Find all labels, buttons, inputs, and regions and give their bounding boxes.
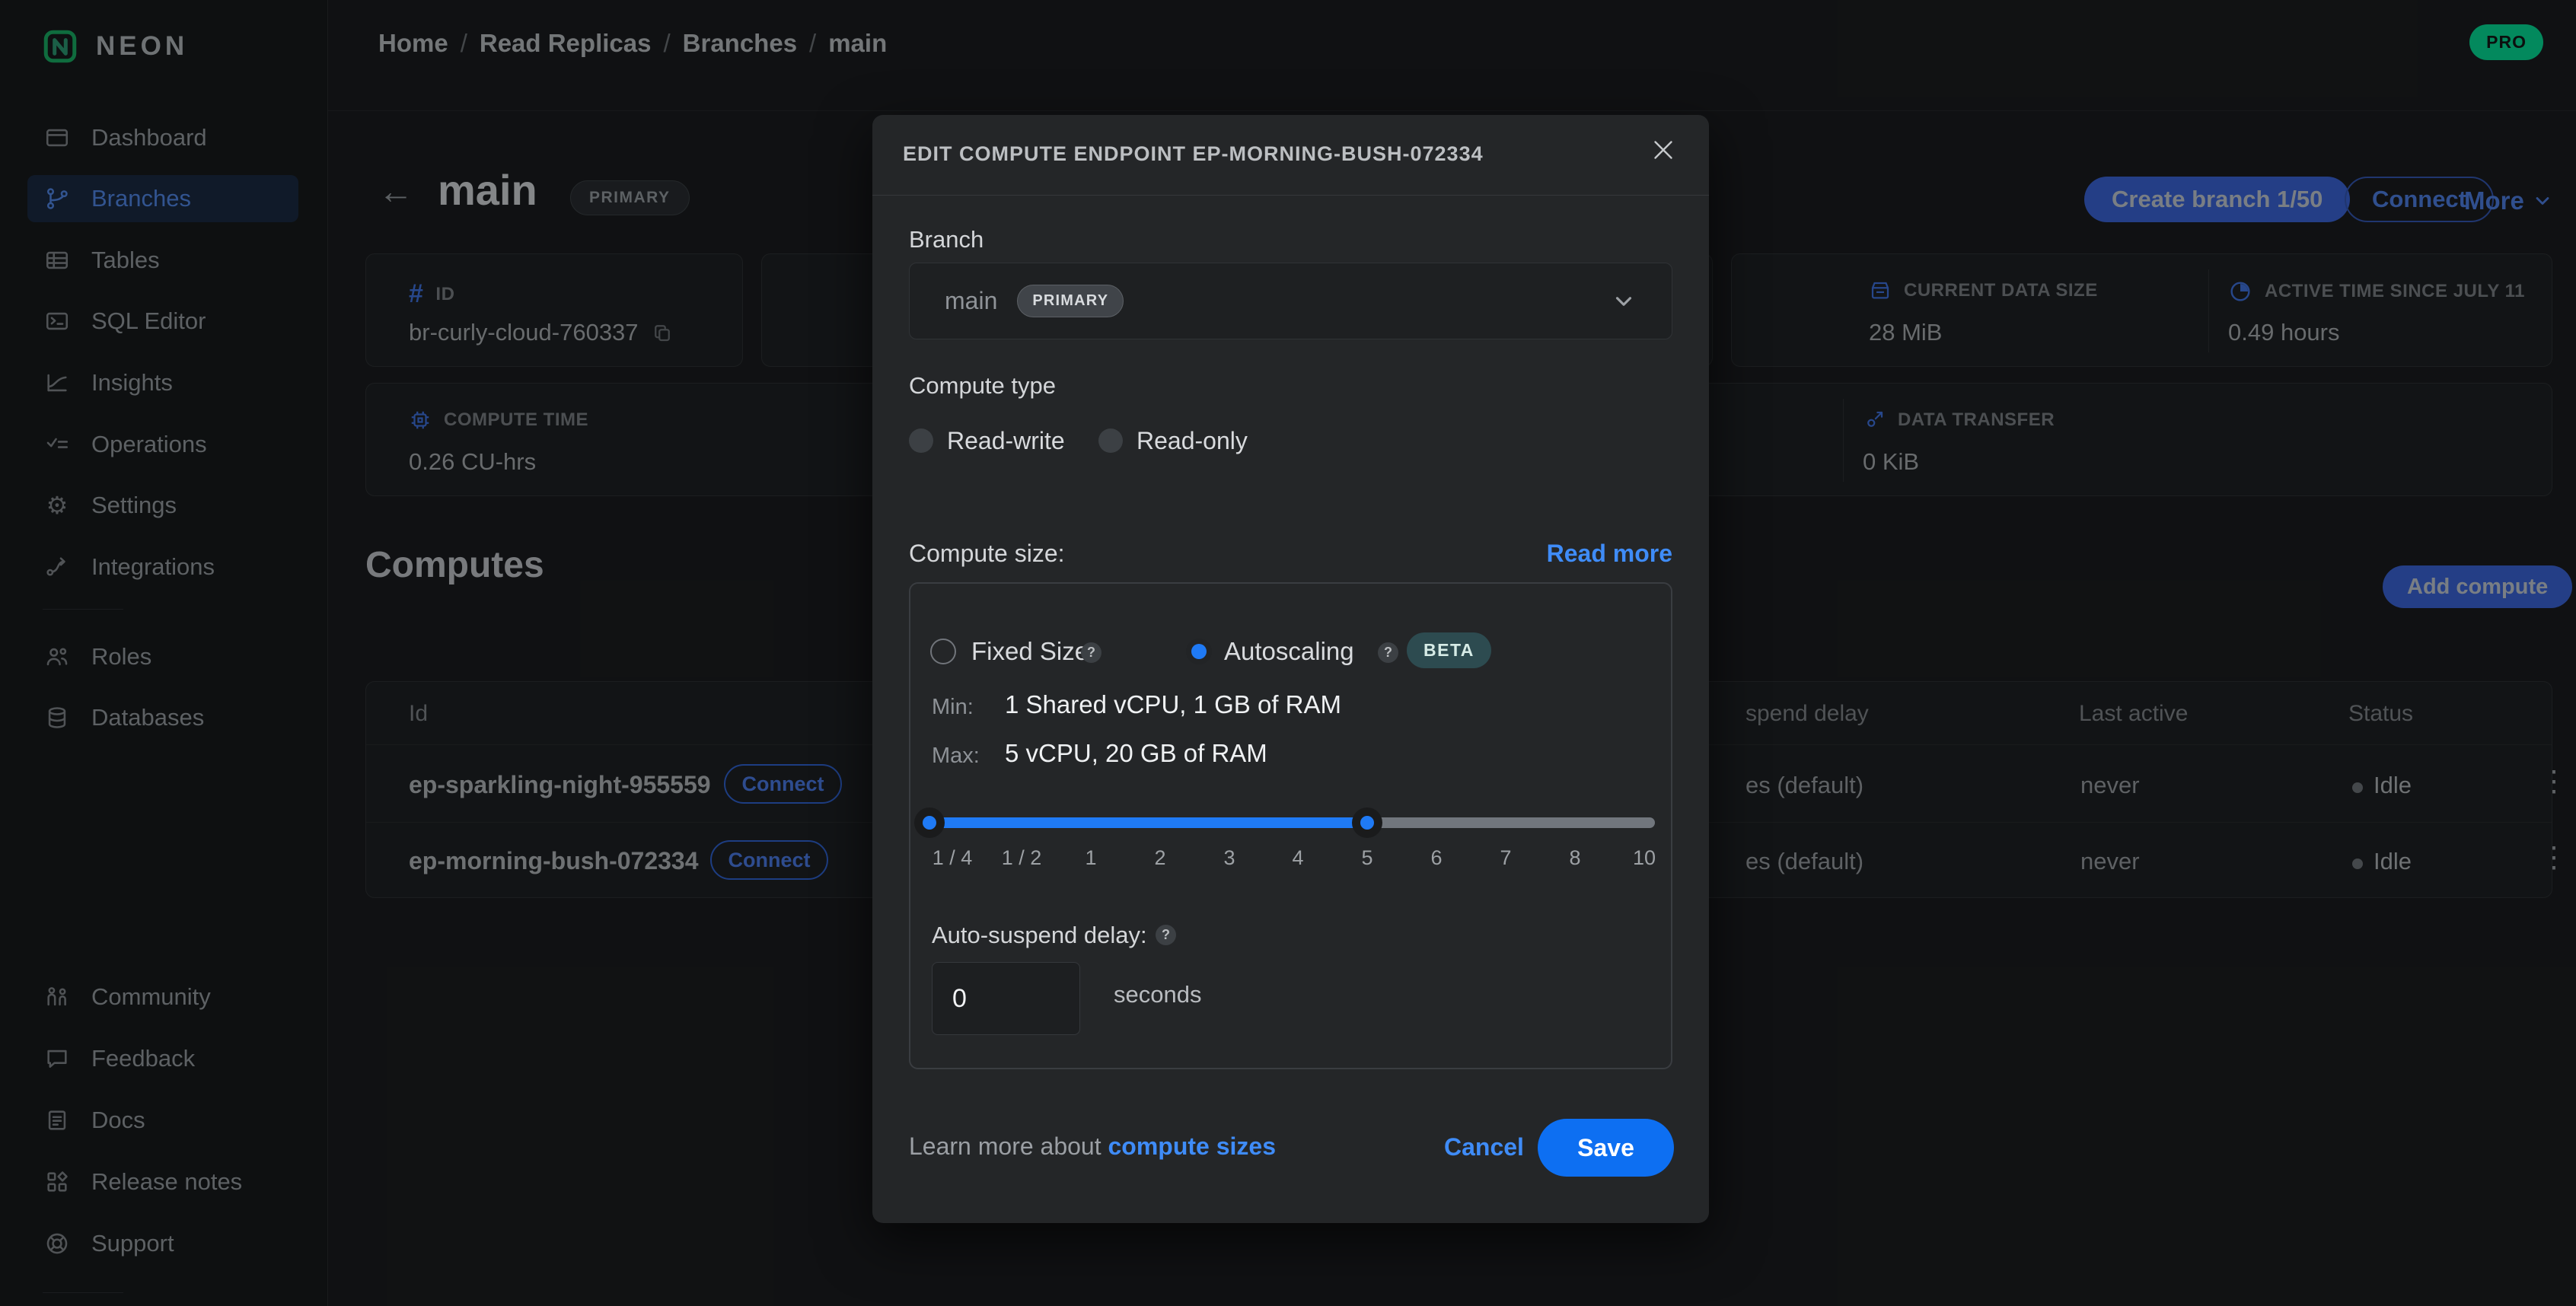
compute-size-label: Compute size: [909,540,1065,568]
autosuspend-unit: seconds [1114,981,1201,1008]
slider-tick: 1 [1085,846,1096,870]
branch-select[interactable]: main PRIMARY [909,263,1672,339]
slider-tick: 10 [1633,846,1656,870]
read-more-link[interactable]: Read more [1547,540,1672,568]
autosuspend-label: Auto-suspend delay: [932,922,1147,949]
fixed-size-radio[interactable] [930,639,956,664]
modal-title: EDIT COMPUTE ENDPOINT EP-MORNING-BUSH-07… [903,142,1484,166]
chevron-down-icon [1611,288,1637,314]
compute-type-label: Compute type [909,372,1056,400]
autoscaling-label: Autoscaling [1224,637,1354,666]
autosuspend-input[interactable] [932,962,1080,1035]
fixed-size-label: Fixed Size [971,637,1089,666]
slider-tick: 1 / 2 [1002,846,1042,870]
min-label: Min: [932,695,974,720]
slider-tick: 8 [1569,846,1580,870]
read-write-radio[interactable] [909,428,933,453]
min-value: 1 Shared vCPU, 1 GB of RAM [1005,690,1341,719]
slider-tick: 7 [1500,846,1511,870]
slider-handle-max[interactable] [1352,807,1382,838]
read-only-radio[interactable] [1098,428,1123,453]
slider-tick: 5 [1361,846,1372,870]
read-only-label: Read-only [1137,427,1248,455]
beta-badge: BETA [1407,632,1491,668]
autoscaling-help-icon[interactable]: ? [1378,642,1398,663]
autosuspend-help-icon[interactable]: ? [1156,925,1176,945]
slider-track-fill [928,817,1367,828]
max-value: 5 vCPU, 20 GB of RAM [1005,739,1267,768]
compute-sizes-link[interactable]: compute sizes [1108,1132,1277,1160]
primary-badge: PRIMARY [1017,285,1124,317]
edit-compute-endpoint-modal: EDIT COMPUTE ENDPOINT EP-MORNING-BUSH-07… [872,115,1709,1223]
slider-tick: 4 [1292,846,1303,870]
fixed-size-help-icon[interactable]: ? [1081,642,1101,663]
save-button[interactable]: Save [1538,1119,1674,1177]
read-write-label: Read-write [947,427,1065,455]
slider-tick: 6 [1430,846,1442,870]
slider-tick: 3 [1223,846,1235,870]
branch-select-value: main [945,287,997,315]
close-icon[interactable] [1643,130,1683,170]
slider-tick: 2 [1154,846,1165,870]
branch-field-label: Branch [909,226,984,253]
compute-size-box: Fixed Size ? Autoscaling ? BETA Min: 1 S… [909,582,1672,1069]
modal-header-divider [872,195,1709,196]
max-label: Max: [932,744,980,769]
slider-tick: 1 / 4 [933,846,973,870]
learn-more-text: Learn more about compute sizes [909,1132,1276,1161]
cancel-button[interactable]: Cancel [1439,1132,1529,1162]
autoscaling-radio[interactable] [1186,639,1212,664]
slider-handle-min[interactable] [914,807,945,838]
